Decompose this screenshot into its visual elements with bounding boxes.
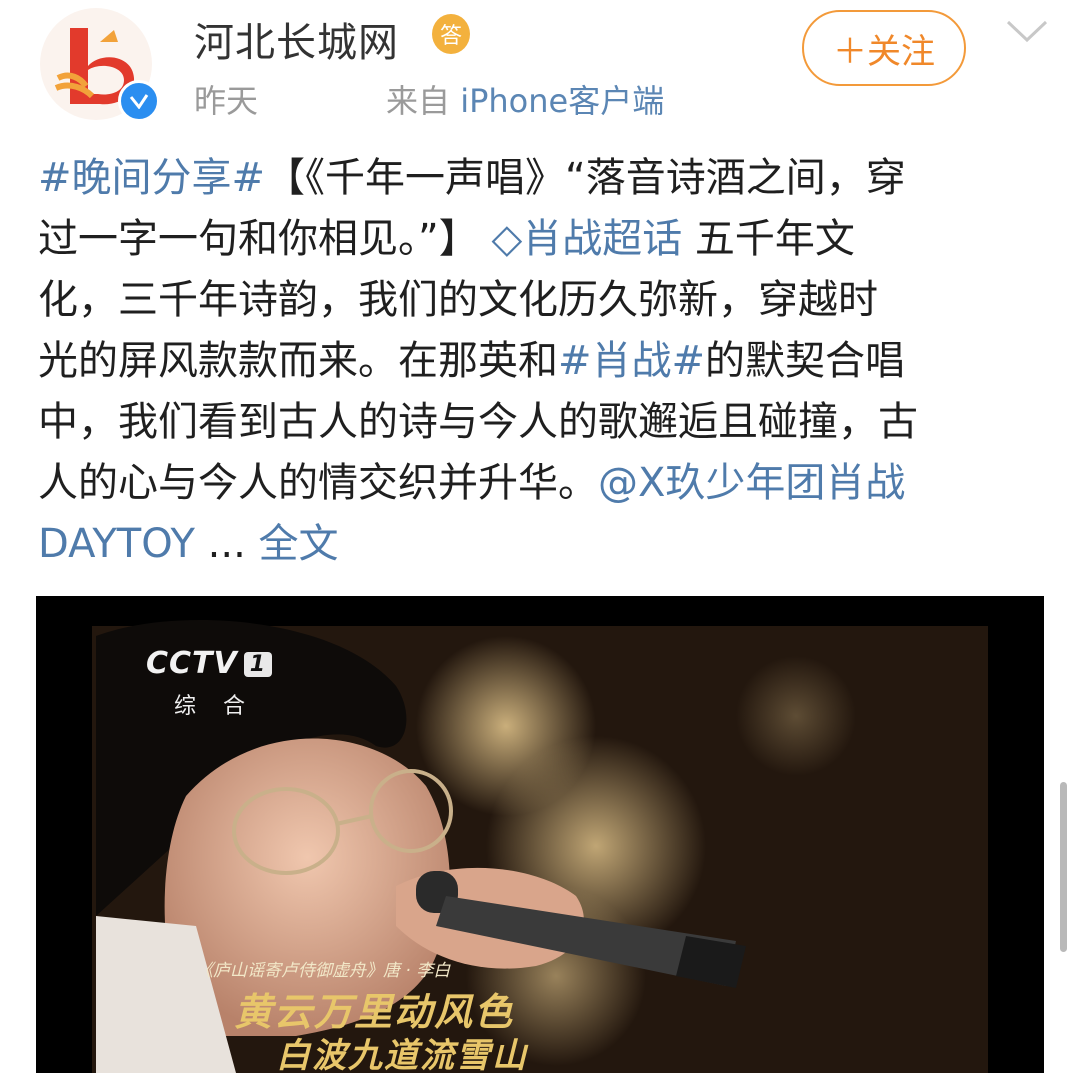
account-name[interactable]: 河北长城网 (194, 10, 399, 68)
post-line: 人的心与今人的情交织并升华。@X玖少年团肖战 (38, 453, 1048, 514)
answer-medal-icon: 答 (432, 14, 470, 54)
post-link[interactable]: @X玖少年团肖战 (598, 460, 905, 506)
post-body: #晚间分享#【《千年一声唱》“落音诗酒之间，穿 过一字一句和你相见。”】 ◇肖战超… (38, 148, 1048, 575)
post-link[interactable]: DAYTOY (38, 521, 208, 567)
channel-name: 综 合 (174, 694, 255, 719)
channel-number: 1 (243, 652, 273, 677)
source-prefix: 来自 (386, 82, 451, 120)
poem-title: 《庐山谣寄卢侍御虚舟》唐 · 李白 (196, 961, 451, 981)
post-link[interactable]: 全文 (259, 521, 339, 567)
post-text-segment: 的默契合唱 (705, 338, 906, 384)
follow-button[interactable]: ＋关注 (802, 10, 966, 86)
channel-logo-text: CCTV (146, 646, 238, 681)
scrollbar[interactable] (1060, 782, 1067, 952)
post-text-segment: 人的心与今人的情交织并升华。 (38, 460, 598, 506)
post-line: 光的屏风款款而来。在那英和#肖战#的默契合唱 (38, 331, 1048, 392)
lyric-line-2: 白波九道流雪山 (276, 1036, 528, 1073)
post-line: #晚间分享#【《千年一声唱》“落音诗酒之间，穿 (38, 148, 1048, 209)
cctv-logo: CCTV 1 (146, 646, 273, 681)
post-text-segment: 过一字一句和你相见。”】 (38, 216, 492, 262)
source-device[interactable]: iPhone客户端 (460, 82, 664, 120)
post-link[interactable]: #晚间分享# (38, 155, 265, 201)
post-link[interactable]: ◇肖战超话 (491, 216, 682, 262)
video-player[interactable]: CCTV 1 综 合 《庐山谣寄卢侍御虚舟》唐 · 李白 黄云万里动风色 白波九道… (36, 596, 1044, 1073)
post-text-segment: 【《千年一声唱》“落音诗酒之间，穿 (265, 155, 906, 201)
post-source: 来自 iPhone客户端 (386, 76, 664, 122)
post-text-segment: 中，我们看到古人的诗与今人的歌邂逅且碰撞，古 (38, 399, 918, 445)
verified-badge-icon (118, 80, 160, 122)
post-line: DAYTOY ... 全文 (38, 514, 1048, 575)
chevron-down-icon[interactable] (1004, 18, 1050, 50)
post-text-segment: 光的屏风款款而来。在那英和 (38, 338, 558, 384)
post-text-segment: ... (207, 521, 259, 567)
post-line: 过一字一句和你相见。”】 ◇肖战超话 五千年文 (38, 209, 1048, 270)
post-link[interactable]: #肖战# (558, 338, 705, 384)
post-line: 中，我们看到古人的诗与今人的歌邂逅且碰撞，古 (38, 392, 1048, 453)
post-text-segment: 化，三千年诗韵，我们的文化历久弥新，穿越时 (38, 277, 878, 323)
post-line: 化，三千年诗韵，我们的文化历久弥新，穿越时 (38, 270, 1048, 331)
post-text-segment: 五千年文 (682, 216, 855, 262)
post-time: 昨天 (194, 82, 259, 120)
